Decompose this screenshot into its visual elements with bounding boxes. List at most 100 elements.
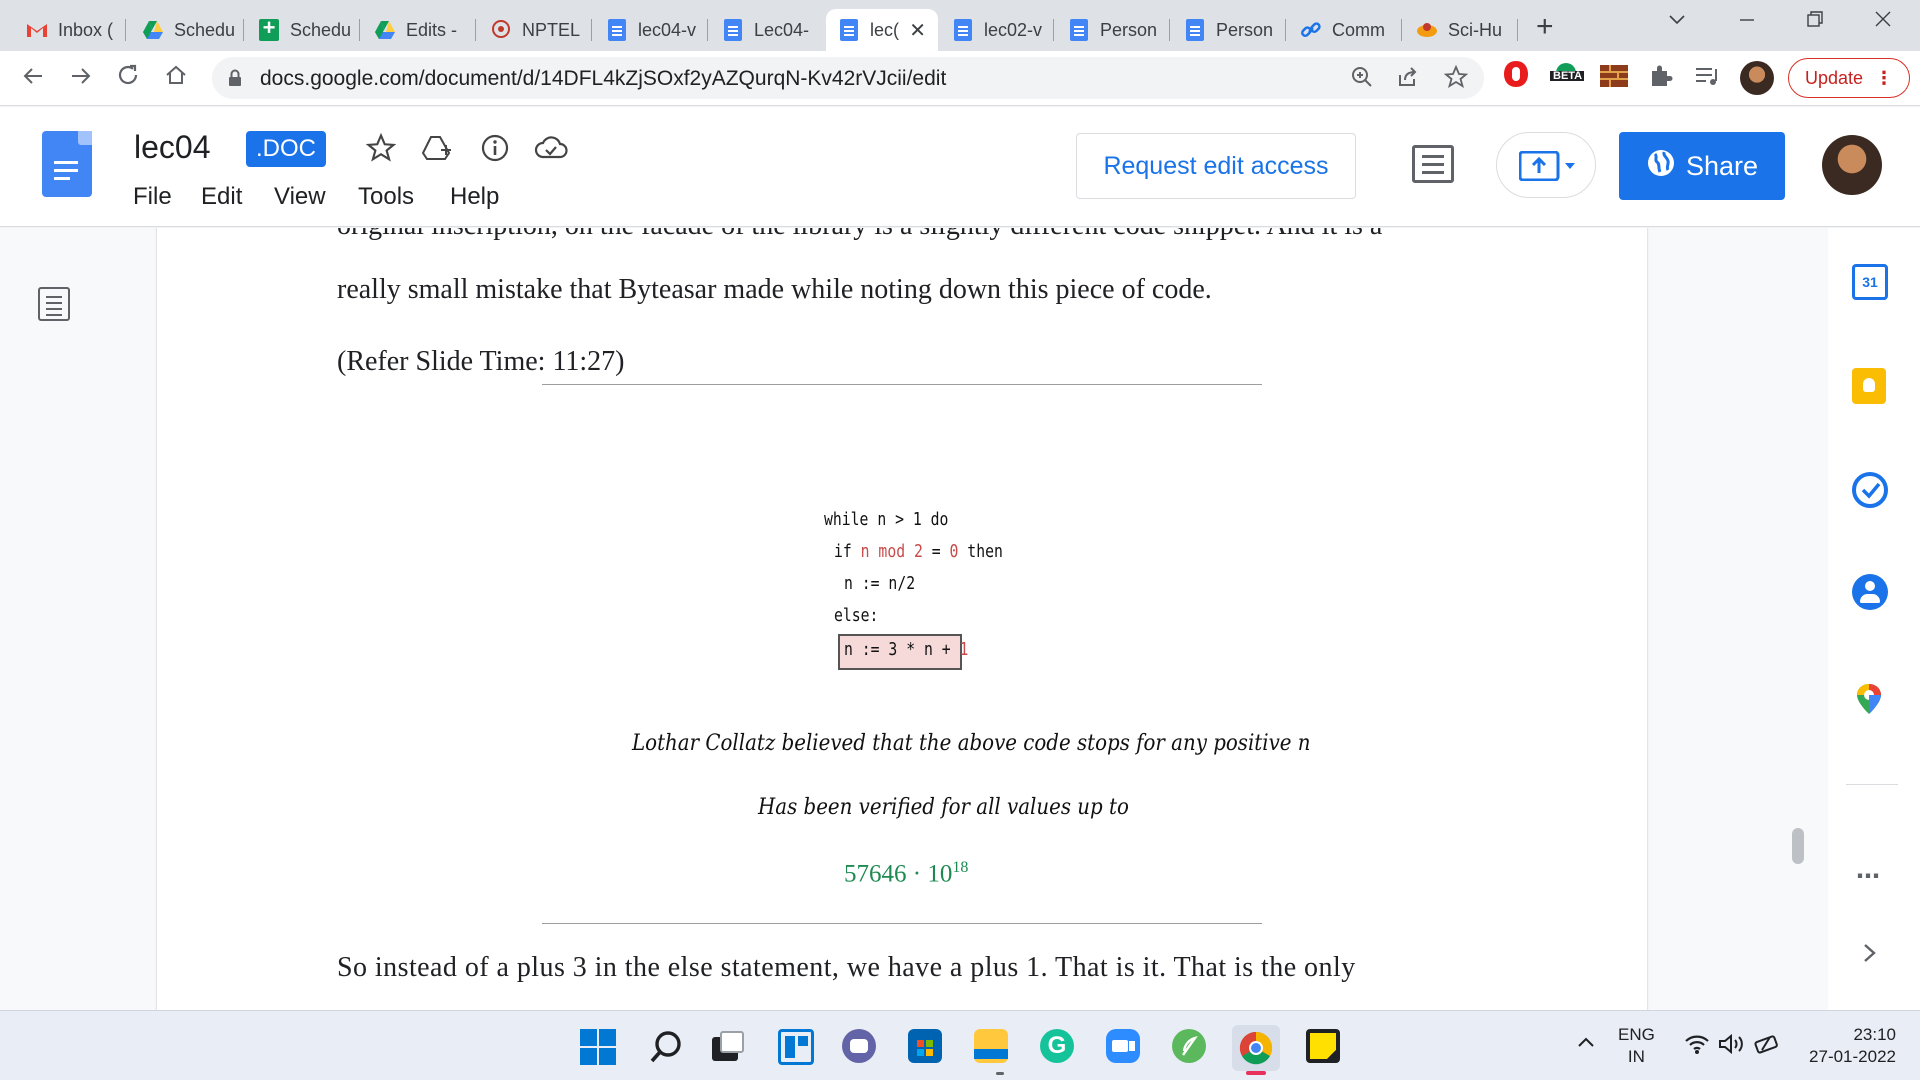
- home-icon[interactable]: [164, 63, 188, 94]
- tasks-icon[interactable]: [1852, 472, 1888, 508]
- show-hidden-icons-icon[interactable]: [1576, 1033, 1596, 1058]
- restore-icon[interactable]: [1806, 8, 1824, 34]
- tab-drive-schedule[interactable]: Schedu: [130, 9, 244, 51]
- tab-label: Person: [1100, 19, 1158, 40]
- new-tab-icon[interactable]: +: [1536, 10, 1554, 44]
- link-icon: [1300, 19, 1322, 41]
- extensions-puzzle-icon[interactable]: [1648, 63, 1674, 94]
- region-code: IN: [1627, 1047, 1645, 1066]
- calendar-icon[interactable]: 31: [1852, 264, 1888, 300]
- zoom-meetings-icon[interactable]: [1106, 1029, 1140, 1063]
- minimize-icon[interactable]: [1738, 8, 1756, 34]
- grammarly-icon[interactable]: G: [1040, 1029, 1074, 1063]
- back-arrow-icon[interactable]: [20, 63, 46, 96]
- share-page-icon[interactable]: [1396, 65, 1420, 95]
- code-zero: 0: [949, 541, 959, 562]
- calendar-day: 31: [1862, 274, 1878, 290]
- menu-help[interactable]: Help: [450, 183, 499, 211]
- doc-format-badge: .DOC: [246, 131, 326, 167]
- profile-avatar[interactable]: [1740, 61, 1774, 95]
- code-line-else: else:: [834, 605, 879, 626]
- google-docs-icon: [1068, 19, 1090, 41]
- tab-nptel[interactable]: NPTEL: [478, 9, 592, 51]
- partial-line: original inscription, on the facade of t…: [337, 228, 1382, 242]
- tab-scihub[interactable]: Sci-Hu: [1404, 9, 1518, 51]
- volume-icon[interactable]: [1718, 1033, 1746, 1060]
- maps-icon[interactable]: [1854, 682, 1884, 721]
- update-chrome-button[interactable]: Update ⋮: [1788, 58, 1910, 98]
- docs-home-logo-icon[interactable]: [42, 131, 92, 197]
- document-title[interactable]: lec04: [134, 129, 211, 166]
- tab-search-chevron-icon[interactable]: [1668, 8, 1686, 34]
- expand-panel-chevron-icon[interactable]: [1862, 942, 1878, 969]
- star-icon[interactable]: [365, 132, 397, 170]
- search-icon[interactable]: [648, 1029, 684, 1070]
- tab-doc-lec02[interactable]: lec02-v: [940, 9, 1054, 51]
- more-apps-icon[interactable]: ⋯: [1856, 862, 1880, 891]
- account-avatar[interactable]: [1822, 135, 1882, 195]
- bookmark-star-icon[interactable]: [1443, 64, 1469, 95]
- close-tab-icon[interactable]: ✕: [909, 18, 926, 43]
- tab-label: Person: [1216, 19, 1274, 40]
- tab-comm[interactable]: Comm: [1288, 9, 1402, 51]
- chrome-taskbar-button[interactable]: [1232, 1025, 1280, 1075]
- close-window-icon[interactable]: [1874, 8, 1892, 34]
- keep-icon[interactable]: [1852, 368, 1886, 404]
- tab-doc-lec04-v[interactable]: lec04-v: [594, 9, 708, 51]
- share-button[interactable]: Share: [1619, 132, 1785, 200]
- wifi-icon[interactable]: [1684, 1033, 1710, 1060]
- windows-taskbar: G ENG IN 23:10 27-01-2022: [0, 1010, 1920, 1080]
- address-bar[interactable]: docs.google.com/document/d/14DFL4kZjSOxf…: [212, 57, 1484, 99]
- contacts-icon[interactable]: [1852, 574, 1888, 610]
- menu-file[interactable]: File: [133, 183, 172, 211]
- task-view-icon[interactable]: [712, 1031, 744, 1063]
- code-line-halve: n := n/2: [844, 573, 916, 594]
- cloud-saved-icon[interactable]: [534, 133, 568, 170]
- opera-extension-icon[interactable]: [1502, 59, 1530, 94]
- language-indicator[interactable]: ENG IN: [1618, 1024, 1655, 1068]
- menu-view[interactable]: View: [274, 183, 326, 211]
- file-explorer-icon[interactable]: [974, 1029, 1008, 1063]
- comment-history-icon[interactable]: [1412, 145, 1454, 183]
- microsoft-store-icon[interactable]: [908, 1029, 942, 1063]
- media-queue-icon[interactable]: [1694, 65, 1722, 92]
- widgets-icon[interactable]: [778, 1029, 814, 1065]
- request-edit-label: Request edit access: [1103, 151, 1329, 180]
- document-page: original inscription, on the facade of t…: [157, 228, 1647, 1010]
- teams-chat-icon[interactable]: [842, 1029, 876, 1063]
- beta-extension-icon[interactable]: BETA: [1548, 55, 1584, 86]
- tab-label: NPTEL: [522, 19, 581, 40]
- tab-drive-edits[interactable]: Edits -: [362, 9, 476, 51]
- menu-edit[interactable]: Edit: [201, 183, 242, 211]
- forward-arrow-icon[interactable]: [68, 63, 94, 96]
- tab-label: Comm: [1332, 19, 1385, 40]
- handwritten-note-verified: Has been verified for all values up to: [758, 795, 1129, 820]
- zoom-icon[interactable]: [1350, 65, 1374, 95]
- document-outline-icon[interactable]: [38, 287, 70, 321]
- reload-icon[interactable]: [116, 63, 140, 94]
- tab-label: Lec04-: [754, 19, 810, 40]
- clock[interactable]: 23:10 27-01-2022: [1800, 1024, 1896, 1068]
- move-to-drive-icon[interactable]: [421, 133, 454, 170]
- tab-doc-lec04-active[interactable]: lec( ✕: [826, 9, 938, 51]
- present-meeting-button[interactable]: [1496, 132, 1596, 198]
- tab-gmail-inbox[interactable]: Inbox (: [14, 9, 126, 51]
- windows-start-icon[interactable]: [580, 1029, 616, 1065]
- tab-doc-person-2[interactable]: Person: [1172, 9, 1286, 51]
- code-then-keyword: then: [958, 541, 1003, 562]
- info-icon[interactable]: [480, 133, 510, 170]
- battery-icon[interactable]: [1754, 1033, 1782, 1060]
- scrollbar-thumb[interactable]: [1792, 828, 1804, 864]
- beta-label: BETA: [1553, 70, 1583, 82]
- brick-extension-icon[interactable]: [1600, 65, 1628, 92]
- menu-tools[interactable]: Tools: [358, 183, 414, 211]
- tab-sheets-schedule[interactable]: Schedu: [246, 9, 360, 51]
- handwritten-note-collatz: Lothar Collatz believed that the above c…: [632, 731, 1311, 756]
- url-text: docs.google.com/document/d/14DFL4kZjSOxf…: [260, 67, 947, 90]
- tab-doc-person-1[interactable]: Person: [1056, 9, 1170, 51]
- feather-app-icon[interactable]: [1172, 1029, 1206, 1063]
- code-condition: n mod 2: [860, 541, 923, 562]
- tab-doc-lec04[interactable]: Lec04-: [710, 9, 824, 51]
- request-edit-access-button[interactable]: Request edit access: [1076, 133, 1356, 199]
- sticky-notes-icon[interactable]: [1306, 1029, 1340, 1063]
